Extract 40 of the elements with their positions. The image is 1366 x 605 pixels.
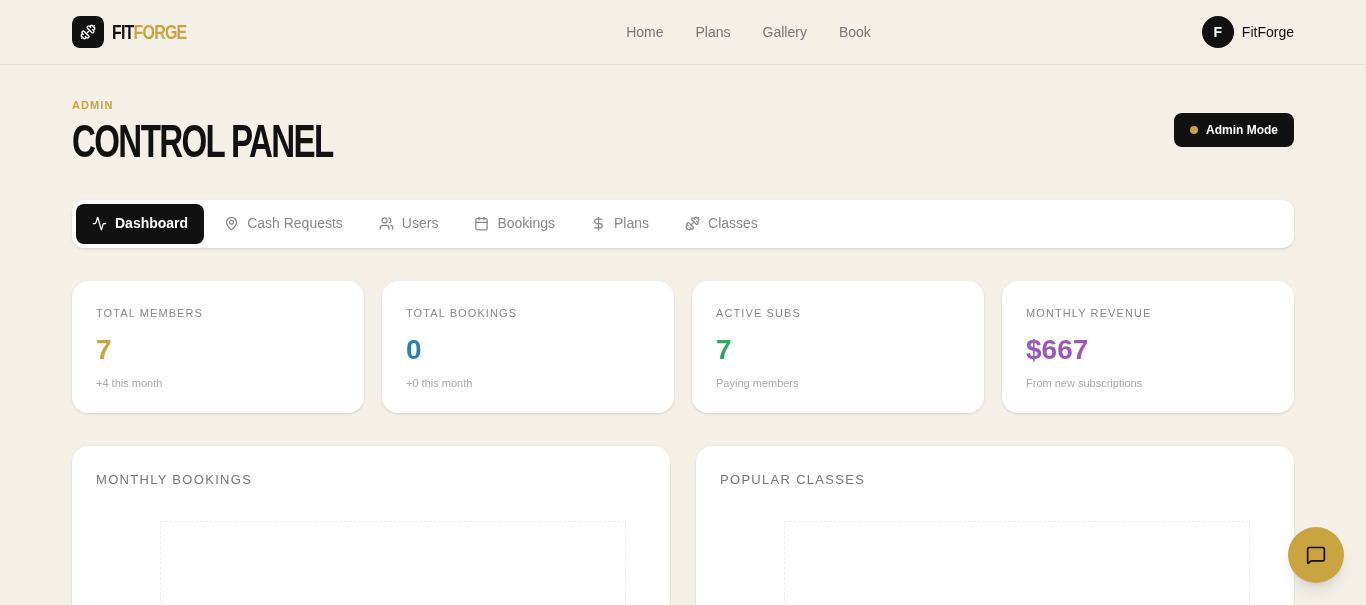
chart-title: POPULAR CLASSES [720, 470, 867, 489]
tab[interactable]: Plans [575, 203, 666, 244]
user-avatar[interactable]: F [1201, 16, 1234, 48]
stat-value: 0 [406, 333, 423, 367]
stat-label: TOTAL MEMBERS [96, 305, 204, 321]
pulse-icon [92, 216, 107, 231]
stat-note: +0 this month [406, 376, 474, 391]
calendar-icon [474, 216, 490, 231]
tab[interactable]: Bookings [458, 203, 571, 244]
tab[interactable]: Users [362, 203, 455, 244]
stat-value: $667 [1026, 333, 1090, 367]
page-title: CONTROL PANEL [72, 117, 333, 164]
chart-title: MONTHLY BOOKINGS [96, 470, 254, 489]
eyebrow-label: ADMIN [72, 98, 115, 113]
brand-name: FIT [112, 20, 134, 45]
dollar-icon [591, 216, 606, 231]
tab[interactable]: Classes [669, 203, 774, 244]
nav-link[interactable]: Gallery [762, 21, 807, 43]
brand-name: FORGE [133, 20, 187, 45]
stat-note: +4 this month [96, 376, 164, 391]
user-name: FitForge [1241, 22, 1294, 42]
admin-mode-badge: Admin Mode [1174, 113, 1294, 148]
tab[interactable]: Cash Requests [208, 203, 359, 244]
users-icon [378, 216, 394, 231]
stat-label: ACTIVE SUBS [716, 305, 802, 321]
nav-link[interactable]: Home [626, 21, 664, 43]
dumbbell-icon [685, 216, 701, 231]
location-pin-icon [224, 216, 240, 231]
chat-button[interactable] [1288, 527, 1344, 583]
tab[interactable]: Dashboard [76, 203, 205, 244]
nav-link[interactable]: Book [838, 21, 871, 43]
stat-note: Paying members [716, 376, 800, 391]
logo-icon [72, 16, 104, 48]
stat-value: 7 [716, 333, 733, 367]
stat-label: TOTAL BOOKINGS [406, 305, 519, 321]
chat-icon [1306, 545, 1326, 565]
stat-note: From new subscriptions [1026, 376, 1144, 391]
nav-link[interactable]: Plans [695, 21, 731, 43]
stat-value: 7 [96, 333, 113, 367]
stat-label: MONTHLY REVENUE [1026, 305, 1153, 321]
